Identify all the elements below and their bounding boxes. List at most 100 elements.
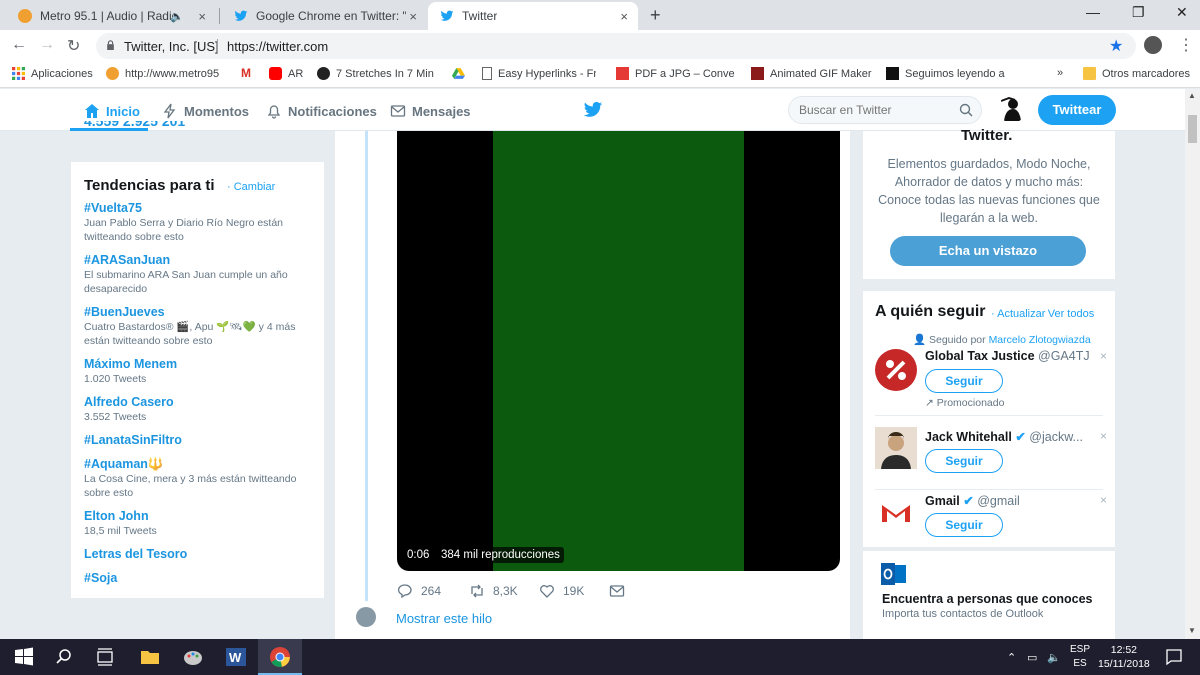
- follow-user-name[interactable]: Global Tax Justice @GA4TJ: [925, 349, 1090, 363]
- tray-chevron-icon[interactable]: ⌃: [1007, 651, 1016, 664]
- user-name: Gmail: [925, 494, 960, 508]
- trend-item[interactable]: Elton John 18,5 mil Tweets: [84, 508, 319, 538]
- reply-action[interactable]: 264: [397, 583, 441, 599]
- tweet-button[interactable]: Twittear: [1038, 95, 1116, 125]
- bookmark-star-icon[interactable]: ★: [1109, 36, 1123, 56]
- silhouette-icon: [1000, 96, 1021, 121]
- trend-item[interactable]: #ARASanJuan El submarino ARA San Juan cum…: [84, 252, 319, 296]
- trend-item[interactable]: Alfredo Casero 3.552 Tweets: [84, 394, 319, 424]
- bookmarks-overflow[interactable]: »: [1057, 67, 1063, 79]
- page-scrollbar[interactable]: ▲ ▼: [1185, 89, 1200, 639]
- dismiss-icon[interactable]: ×: [1100, 349, 1107, 363]
- url-text[interactable]: https://twitter.com: [227, 39, 328, 54]
- restore-button[interactable]: ❐: [1132, 4, 1145, 21]
- tweet-card: 0:06 384 mil reproducciones 264 8,3K 19K…: [335, 131, 850, 639]
- avatar[interactable]: [875, 427, 917, 469]
- close-window-button[interactable]: ✕: [1176, 4, 1188, 21]
- file-explorer-icon[interactable]: [138, 645, 162, 669]
- chrome-taskbar-active[interactable]: [258, 639, 302, 675]
- language-indicator[interactable]: ESP ES: [1070, 643, 1090, 671]
- trends-change-link[interactable]: · Cambiar: [227, 181, 275, 193]
- search-input[interactable]: [799, 103, 949, 117]
- reload-icon[interactable]: ↻: [67, 36, 80, 56]
- followed-by-name[interactable]: Marcelo Zlotogwiazda: [989, 334, 1091, 346]
- search-icon[interactable]: [959, 103, 973, 117]
- promo-button[interactable]: Echa un vistazo: [890, 236, 1086, 266]
- retweet-action[interactable]: 8,3K: [469, 583, 518, 599]
- dismiss-icon[interactable]: ×: [1100, 493, 1107, 507]
- thread-avatar[interactable]: [356, 607, 376, 627]
- tab-twitter[interactable]: Twitter ×: [428, 2, 638, 30]
- avatar[interactable]: [875, 492, 917, 534]
- address-bar[interactable]: Twitter, Inc. [US] https://twitter.com ★: [96, 33, 1136, 59]
- url-separator: [217, 39, 218, 53]
- trend-item[interactable]: #Aquaman🔱 La Cosa Cine, mera y 3 más está…: [84, 456, 319, 500]
- bookmark-metro[interactable]: http://www.metro95: [106, 67, 225, 80]
- close-icon[interactable]: ×: [198, 9, 206, 24]
- bookmark-pdf-jpg[interactable]: PDF a JPG – Convertir: [616, 67, 735, 80]
- new-tab-button[interactable]: +: [650, 5, 661, 26]
- twitter-bird-icon[interactable]: [583, 101, 603, 119]
- tab-chrome-twitter[interactable]: Google Chrome en Twitter: "¡Ger ×: [222, 2, 427, 30]
- find-contacts-card[interactable]: Encuentra a personas que conoces Importa…: [863, 551, 1115, 639]
- bookmark-apps[interactable]: Aplicaciones: [12, 67, 93, 80]
- scroll-up-icon[interactable]: ▲: [1188, 91, 1196, 100]
- paint-icon[interactable]: [181, 645, 205, 669]
- trend-name: #LanataSinFiltro: [84, 433, 182, 447]
- dismiss-icon[interactable]: ×: [1100, 429, 1107, 443]
- windows-start-icon[interactable]: [12, 645, 36, 669]
- nav-moments[interactable]: Momentos: [162, 103, 249, 119]
- twitter-search-box[interactable]: [788, 96, 982, 124]
- volume-icon[interactable]: 🔈: [1047, 651, 1061, 664]
- show-thread-link[interactable]: Mostrar este hilo: [396, 611, 492, 626]
- trend-item[interactable]: Letras del Tesoro: [84, 546, 319, 562]
- follow-user-name[interactable]: Gmail ✔ @gmail: [925, 493, 1020, 508]
- bookmark-ar[interactable]: AR: [269, 67, 303, 80]
- word-icon[interactable]: W: [224, 645, 248, 669]
- profile-avatar[interactable]: [1144, 36, 1162, 54]
- user-avatar[interactable]: [998, 95, 1026, 123]
- trend-item[interactable]: #BuenJueves Cuatro Bastardos® 🎬, Apu 🌱🛰💚 …: [84, 304, 319, 348]
- follow-button[interactable]: Seguir: [925, 449, 1003, 473]
- reply-count: 264: [421, 584, 442, 598]
- nav-home[interactable]: Inicio: [84, 103, 140, 119]
- follow-view-all-link[interactable]: · Ver todos: [1041, 308, 1094, 320]
- forward-arrow-icon[interactable]: →: [39, 36, 55, 54]
- bookmark-label: PDF a JPG – Convertir: [635, 67, 735, 80]
- bookmark-hyperlinks[interactable]: Easy Hyperlinks - Fre: [482, 67, 596, 80]
- close-icon[interactable]: ×: [409, 9, 417, 24]
- nav-notifications[interactable]: Notificaciones: [266, 103, 377, 119]
- back-arrow-icon[interactable]: ←: [11, 36, 27, 54]
- bookmark-seguimos[interactable]: Seguimos leyendo a: [886, 67, 1005, 80]
- scrollbar-thumb[interactable]: [1188, 115, 1197, 143]
- trend-item[interactable]: Máximo Menem 1.020 Tweets: [84, 356, 319, 386]
- task-view-icon[interactable]: [93, 645, 117, 669]
- trend-item[interactable]: #LanataSinFiltro: [84, 432, 319, 448]
- follow-user-name[interactable]: Jack Whitehall ✔ @jackw...: [925, 429, 1083, 444]
- video-player[interactable]: 0:06 384 mil reproducciones: [397, 131, 840, 571]
- follow-button[interactable]: Seguir: [925, 513, 1003, 537]
- dm-action[interactable]: [609, 583, 633, 599]
- notifications-icon[interactable]: [1162, 645, 1186, 669]
- trend-item[interactable]: #Soja: [84, 570, 319, 586]
- bookmark-gif-maker[interactable]: Animated GIF Maker: [751, 67, 871, 80]
- clock[interactable]: 12:52 15/11/2018: [1098, 643, 1150, 671]
- close-icon[interactable]: ×: [620, 9, 628, 24]
- follow-button[interactable]: Seguir: [925, 369, 1003, 393]
- minimize-button[interactable]: —: [1086, 4, 1100, 20]
- menu-dots-icon[interactable]: ⋮: [1178, 35, 1194, 55]
- network-icon[interactable]: ▭: [1027, 651, 1037, 664]
- nav-messages[interactable]: Mensajes: [390, 103, 471, 119]
- search-icon[interactable]: [52, 645, 76, 669]
- avatar[interactable]: [875, 349, 917, 391]
- follow-refresh-link[interactable]: · Actualizar: [991, 308, 1045, 320]
- scroll-down-icon[interactable]: ▼: [1188, 626, 1196, 635]
- trend-item[interactable]: #Vuelta75 Juan Pablo Serra y Diario Río N…: [84, 200, 319, 244]
- like-action[interactable]: 19K: [539, 583, 584, 599]
- bookmark-stretches[interactable]: 7 Stretches In 7 Minu: [317, 67, 434, 80]
- bell-icon: [267, 105, 281, 119]
- other-bookmarks[interactable]: Otros marcadores: [1083, 67, 1190, 80]
- bookmark-drive[interactable]: [452, 67, 471, 80]
- tab-metro[interactable]: Metro 95.1 | Audio | Radio en 🔈 ×: [6, 2, 216, 30]
- bookmark-gmail[interactable]: M: [241, 67, 260, 80]
